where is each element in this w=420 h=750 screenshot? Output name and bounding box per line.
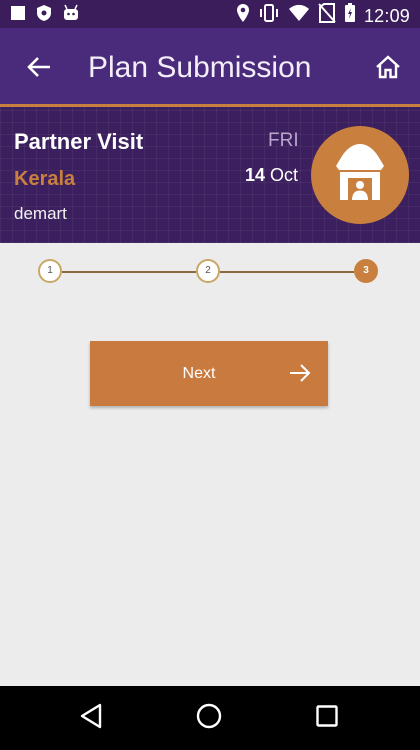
status-bar: 12:09: [0, 0, 420, 28]
back-button[interactable]: [22, 52, 56, 86]
visit-weekday: FRI: [268, 130, 299, 151]
status-time: 12:09: [363, 5, 410, 26]
vibrate-icon: [258, 3, 280, 28]
back-arrow-icon: [26, 56, 52, 83]
system-status-icons: 12:09: [236, 3, 410, 28]
shield-notification-icon: [36, 4, 52, 27]
visit-card[interactable]: Partner Visit Kerala demart FRI 14 Oct: [0, 107, 420, 243]
location-icon: [236, 3, 250, 28]
no-sim-icon: [318, 3, 336, 28]
next-button-label: Next: [182, 365, 216, 382]
step-1[interactable]: 1: [38, 259, 62, 283]
app-bar: Plan Submission: [0, 28, 420, 106]
visit-day-number: 14: [245, 165, 266, 185]
navigation-bar: [0, 686, 420, 750]
battery-icon: [344, 3, 356, 28]
home-button[interactable]: [372, 52, 404, 86]
square-notification-icon: [10, 5, 26, 26]
step-connector: [62, 271, 196, 273]
next-button[interactable]: Next: [90, 341, 328, 406]
visit-type: Partner Visit: [14, 129, 144, 154]
nav-recents-button[interactable]: [311, 702, 343, 734]
recents-square-icon: [315, 704, 339, 733]
page-title: Plan Submission: [88, 51, 312, 84]
stepper: 1 2 3: [0, 243, 420, 303]
wifi-icon: [288, 4, 310, 27]
step-3[interactable]: 3: [354, 259, 378, 283]
home-icon: [375, 54, 401, 84]
nav-home-button[interactable]: [193, 702, 225, 734]
visit-month: Oct: [270, 165, 299, 185]
nav-back-button[interactable]: [75, 702, 107, 734]
back-triangle-icon: [79, 703, 103, 734]
shop-badge: [311, 126, 409, 224]
shop-icon: [332, 142, 388, 209]
visit-store: demart: [14, 204, 67, 223]
home-circle-icon: [195, 702, 223, 735]
visit-date: 14 Oct: [245, 164, 298, 186]
notification-icons: [10, 4, 80, 27]
android-notification-icon: [62, 4, 80, 27]
visit-state: Kerala: [14, 168, 76, 190]
step-2[interactable]: 2: [196, 259, 220, 283]
arrow-right-icon: [288, 361, 312, 385]
step-connector: [220, 271, 354, 273]
